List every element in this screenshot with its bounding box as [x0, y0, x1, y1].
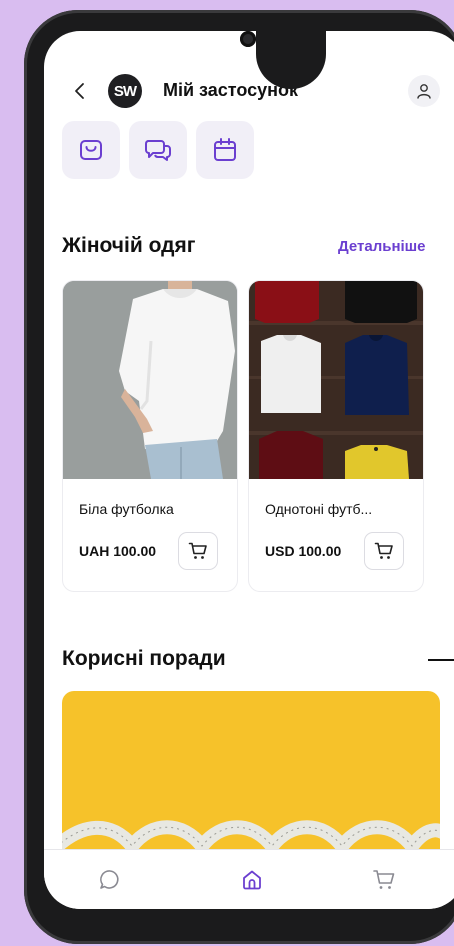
cart-icon: [373, 870, 395, 889]
home-icon: [243, 870, 261, 890]
product-price: USD 100.00: [265, 543, 342, 559]
women-section-title: Жіночій одяг: [62, 234, 196, 257]
product-name: Однотоні футб...: [265, 501, 373, 517]
quick-action-calendar[interactable]: [196, 121, 254, 179]
chat-icon: [145, 140, 171, 161]
product-price: UAH 100.00: [79, 543, 157, 559]
more-link[interactable]: Детальніше: [338, 238, 426, 255]
product-card-white-tshirt[interactable]: Біла футболка UAH 100.00: [62, 280, 238, 592]
cart-icon: [374, 542, 393, 559]
product-card-plain-tshirts[interactable]: Однотоні футб... USD 100.00: [248, 280, 424, 592]
quick-action-chat[interactable]: [129, 121, 187, 179]
calendar-icon: [214, 138, 236, 161]
profile-button[interactable]: [408, 75, 440, 107]
tips-section-title: Корисні поради: [62, 647, 226, 670]
add-to-cart-button[interactable]: [178, 532, 218, 570]
front-camera: [240, 31, 256, 47]
product-image: [249, 281, 423, 479]
nav-chat[interactable]: [94, 864, 126, 896]
product-image: [63, 281, 237, 479]
nav-home[interactable]: [236, 864, 268, 896]
add-to-cart-button[interactable]: [364, 532, 404, 570]
chat-icon: [100, 870, 119, 889]
measuring-tape-image: [62, 820, 440, 858]
product-name: Біла футболка: [79, 501, 174, 517]
cart-icon: [188, 542, 207, 559]
user-icon: [417, 84, 431, 99]
bottom-nav: [44, 849, 454, 909]
tips-banner[interactable]: [62, 691, 440, 871]
app-screen: SW Мій застосунок Жіночій одяг Детальніш…: [44, 31, 454, 909]
chevron-left-icon: [75, 83, 84, 99]
app-logo: SW: [108, 74, 142, 108]
app-header: SW Мій застосунок: [44, 71, 454, 111]
quick-action-shop[interactable]: [62, 121, 120, 179]
tips-scroll-indicator: [428, 659, 454, 661]
shopping-bag-icon: [80, 140, 102, 160]
back-button[interactable]: [68, 77, 92, 105]
nav-cart[interactable]: [368, 864, 400, 896]
